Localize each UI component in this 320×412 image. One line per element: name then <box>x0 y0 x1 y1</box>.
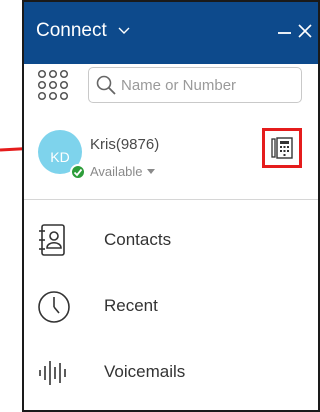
search-icon <box>96 75 116 95</box>
clock-icon <box>38 291 70 323</box>
availability-dropdown[interactable]: Available <box>90 164 155 179</box>
avatar-initials: KD <box>50 149 70 165</box>
nav-item-recent[interactable]: Recent <box>24 274 318 340</box>
voicemail-icon <box>39 361 66 385</box>
contacts-icon <box>39 224 65 256</box>
search-row <box>24 64 318 108</box>
phonebook-icon <box>271 137 293 159</box>
nav-label-contacts: Contacts <box>104 230 172 249</box>
nav-label-recent: Recent <box>104 296 158 315</box>
chevron-down-icon <box>118 27 130 34</box>
profile-name: Kris(9876) <box>90 136 160 153</box>
caret-down-icon <box>146 168 155 174</box>
minimize-icon[interactable] <box>276 22 294 40</box>
phonebook-button[interactable] <box>262 128 302 168</box>
connect-panel: Connect Name or Number KD Kris(9876) Ava… <box>22 0 320 412</box>
profile-section: KD Kris(9876) Available <box>24 112 318 200</box>
search-input[interactable] <box>121 76 297 94</box>
nav-label-voicemails: Voicemails <box>104 362 186 381</box>
nav-item-contacts[interactable]: Contacts <box>24 208 318 274</box>
app-title: Connect <box>36 20 107 41</box>
close-icon[interactable] <box>296 22 314 40</box>
search-box <box>88 67 302 103</box>
app-menu-button[interactable]: Connect <box>36 20 131 42</box>
availability-status: Available <box>90 164 143 179</box>
status-available-icon <box>70 164 86 180</box>
title-bar: Connect <box>24 2 318 64</box>
dialpad-icon[interactable] <box>36 68 70 102</box>
nav-item-voicemails[interactable]: Voicemails <box>24 340 318 406</box>
